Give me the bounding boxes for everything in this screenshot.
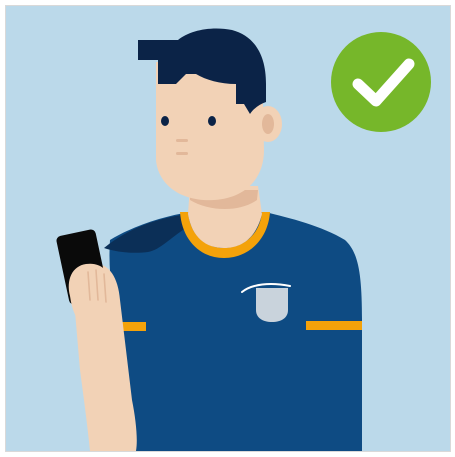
ear-inner xyxy=(262,114,274,134)
check-circle xyxy=(331,32,431,132)
right-sleeve-trim xyxy=(306,321,362,330)
left-eye xyxy=(161,116,169,126)
illustration-frame xyxy=(0,0,455,457)
pocket-badge xyxy=(256,288,288,322)
right-eye xyxy=(208,116,216,126)
mouth xyxy=(176,152,188,155)
illustration-canvas xyxy=(5,5,451,452)
success-check-badge xyxy=(331,32,431,132)
left-sleeve-trim xyxy=(120,322,146,331)
nose xyxy=(176,139,188,142)
